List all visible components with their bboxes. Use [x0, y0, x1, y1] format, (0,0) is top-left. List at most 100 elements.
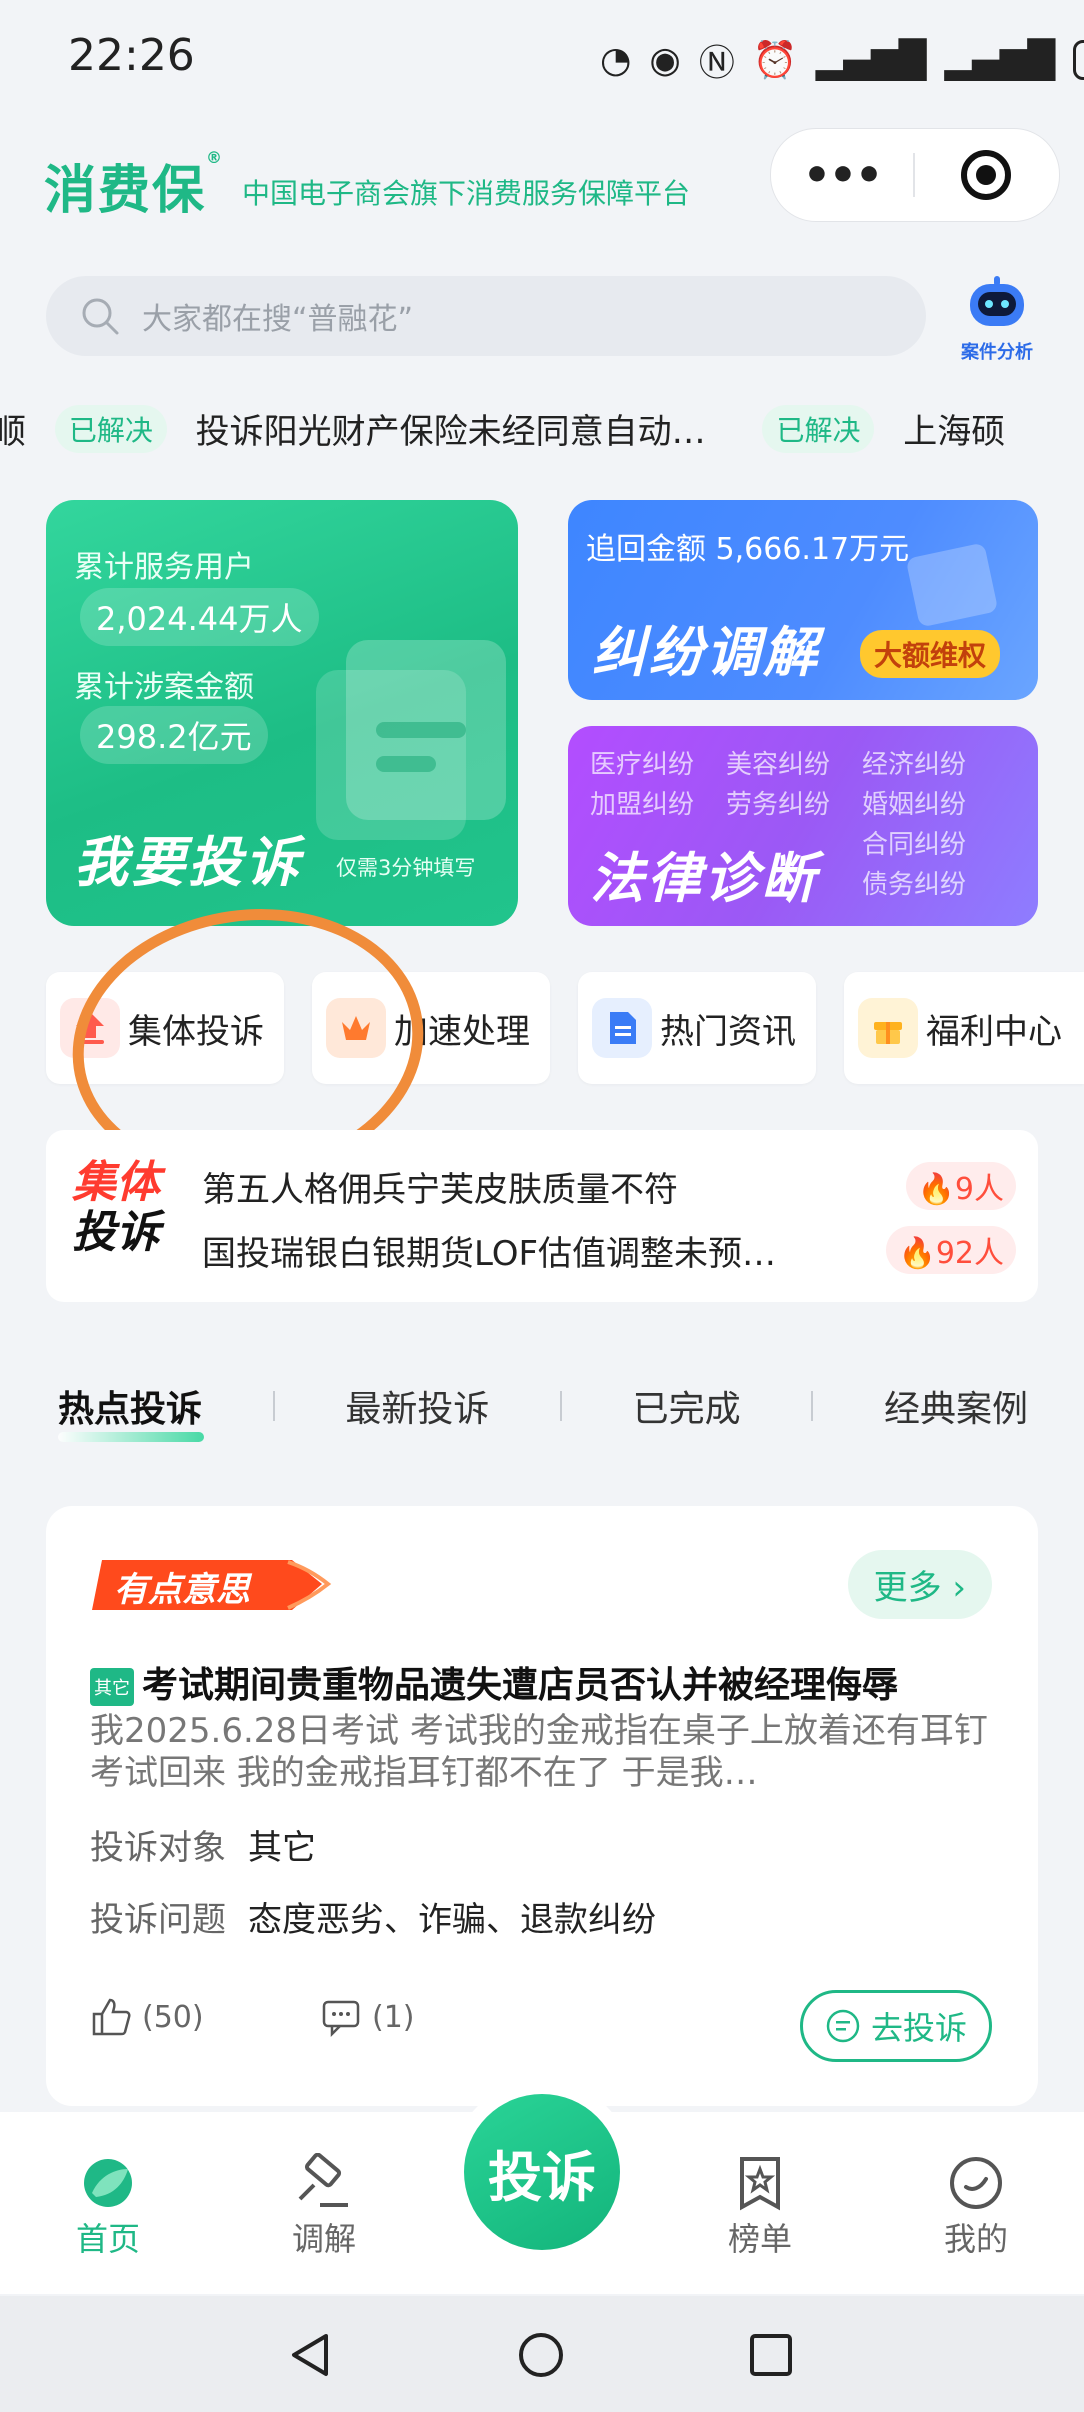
- close-mini-program-button[interactable]: [915, 147, 1057, 203]
- complaint-target: 投诉对象 其它: [90, 1828, 316, 1868]
- category-badge: 其它: [90, 1668, 134, 1706]
- complain-fab-button[interactable]: 投诉: [464, 2094, 620, 2250]
- like-count: (50): [142, 1999, 204, 2035]
- legal-tag: 加盟纠纷: [590, 790, 695, 820]
- nav-home[interactable]: 首页: [38, 2152, 178, 2260]
- comment-button[interactable]: (1): [320, 1996, 415, 2038]
- ticker-text[interactable]: 顺: [0, 404, 26, 453]
- group-complaint-item[interactable]: 第五人格佣兵宁芙皮肤质量不符: [202, 1162, 912, 1211]
- tab-latest[interactable]: 最新投诉: [345, 1380, 489, 1432]
- complaint-title[interactable]: 其它 考试期间贵重物品遗失遭店员否认并被经理侮辱: [90, 1656, 898, 1708]
- legal-tag: 婚姻纠纷: [862, 790, 967, 820]
- quick-entry-label: 热门资讯: [660, 1011, 796, 1052]
- back-icon[interactable]: [286, 2330, 336, 2380]
- profile-icon: [950, 2157, 1002, 2209]
- eye-icon: ◉: [649, 39, 681, 81]
- search-icon: [82, 298, 119, 335]
- interesting-tag: 有点意思: [92, 1554, 332, 1612]
- more-menu-button[interactable]: •••: [771, 150, 913, 201]
- legal-tag: 医疗纠纷: [590, 750, 695, 780]
- featured-complaint-card[interactable]: 有点意思 更多 › 其它 考试期间贵重物品遗失遭店员否认并被经理侮辱 我2025.…: [46, 1506, 1038, 2106]
- signal-2-icon: ▂▄▆█: [944, 39, 1056, 81]
- signal-icon: ▂▄▆█: [815, 39, 927, 81]
- tab-divider: [272, 1391, 275, 1421]
- gift-icon: [858, 998, 918, 1058]
- quick-entry-news[interactable]: 热门资讯: [578, 972, 816, 1084]
- group-complaint-item[interactable]: 国投瑞银白银期货LOF估值调整未预…: [202, 1226, 912, 1275]
- fire-icon: 🔥: [898, 1236, 936, 1271]
- solved-badge: 已解决: [762, 404, 875, 453]
- battery-indicator: 73: [1073, 40, 1084, 80]
- complaint-issue: 投诉问题 态度恶劣、诈骗、退款纠纷: [90, 1900, 656, 1940]
- complain-title: 我要投诉: [74, 831, 302, 894]
- case-analysis-label: 案件分析: [961, 342, 1033, 363]
- target-icon: [961, 150, 1011, 200]
- group-complaints-title: 集体 投诉: [72, 1157, 160, 1258]
- tab-classic[interactable]: 经典案例: [884, 1380, 1028, 1432]
- status-time: 22:26: [68, 30, 195, 81]
- quick-entry-gift[interactable]: 福利中心: [844, 972, 1084, 1084]
- like-button[interactable]: (50): [90, 1996, 204, 2038]
- status-icons: ◔ ◉ Ⓝ ⏰ ▂▄▆█ ▂▄▆█ 73: [600, 34, 1084, 86]
- clipboard-icon: [907, 544, 997, 626]
- recovered-amount: 追回金额 5,666.17万元: [586, 532, 910, 567]
- ticker-text[interactable]: 上海硕: [903, 404, 1005, 453]
- group-complaints-panel: 集体 投诉 第五人格佣兵宁芙皮肤质量不符 🔥9人 国投瑞银白银期货LOF估值调整…: [46, 1130, 1038, 1302]
- note-icon: [826, 2009, 860, 2043]
- ranking-star-icon: [740, 2157, 780, 2211]
- chevron-right-icon: ›: [952, 1568, 966, 1608]
- go-complain-button[interactable]: 去投诉: [799, 1990, 992, 2062]
- card-decoration: [376, 722, 466, 738]
- participant-count: 🔥92人: [886, 1226, 1016, 1274]
- more-button[interactable]: 更多 ›: [847, 1550, 992, 1619]
- tab-hot[interactable]: 热点投诉: [58, 1380, 205, 1442]
- mediation-tag: 大额维权: [860, 630, 1001, 678]
- news-icon: [592, 998, 652, 1058]
- home-icon[interactable]: [516, 2330, 566, 2380]
- fire-icon: 🔥: [917, 1172, 955, 1207]
- ticker-text[interactable]: 投诉阳光财产保险未经同意自动…: [196, 404, 706, 453]
- app-logo: 消费保®: [44, 148, 225, 221]
- legal-tag: 经济纠纷: [862, 750, 967, 780]
- thumbs-up-icon: [92, 1998, 131, 2036]
- search-placeholder: 大家都在搜“普融花”: [142, 302, 414, 337]
- complain-card[interactable]: 累计服务用户 2,024.44万人 累计涉案金额 298.2亿元 我要投诉 仅需…: [46, 500, 518, 926]
- card-decoration: [376, 756, 436, 772]
- complain-subtitle: 仅需3分钟填写: [336, 856, 476, 880]
- users-label: 累计服务用户: [74, 550, 254, 585]
- alarm-icon: ⏰: [752, 40, 798, 81]
- legal-tag: 美容纠纷: [726, 750, 831, 780]
- nav-ranking[interactable]: 榜单: [690, 2152, 830, 2260]
- nfc-icon: Ⓝ: [698, 43, 735, 84]
- comment-count: (1): [372, 1999, 415, 2035]
- nav-mediation[interactable]: 调解: [254, 2152, 394, 2260]
- mediation-title: 纠纷调解: [592, 621, 820, 684]
- legal-tag: 债务纠纷: [862, 870, 967, 900]
- participant-count: 🔥9人: [905, 1162, 1016, 1210]
- legal-tag: 劳务纠纷: [726, 790, 831, 820]
- nav-profile[interactable]: 我的: [906, 2152, 1046, 2260]
- resolved-ticker: 顺 已解决 投诉阳光财产保险未经同意自动… 已解决 上海硕: [0, 404, 1084, 464]
- legal-tag: 合同纠纷: [862, 830, 967, 860]
- quick-entry-label: 福利中心: [926, 1011, 1062, 1052]
- gavel-icon: [298, 2153, 348, 2207]
- mediation-card[interactable]: 追回金额 5,666.17万元 纠纷调解 大额维权: [568, 500, 1038, 700]
- app-slogan: 中国电子商会旗下消费服务保障平台: [242, 177, 691, 210]
- speed-icon: ◔: [600, 39, 632, 81]
- comment-icon: [322, 2000, 360, 2038]
- tab-completed[interactable]: 已完成: [633, 1380, 741, 1432]
- tab-divider: [811, 1391, 814, 1421]
- recents-icon[interactable]: [746, 2330, 796, 2380]
- case-analysis-button[interactable]: 案件分析: [952, 276, 1042, 363]
- home-leaf-icon: [84, 2159, 132, 2207]
- search-bar[interactable]: 大家都在搜“普融花”: [46, 276, 926, 356]
- complaint-body[interactable]: 我2025.6.28日考试 考试我的金戒指在桌子上放着还有耳钉考试回来 我的金戒…: [90, 1710, 1010, 1794]
- amount-label: 累计涉案金额: [74, 670, 254, 705]
- legal-diagnosis-card[interactable]: 医疗纠纷 美容纠纷 经济纠纷 加盟纠纷 劳务纠纷 婚姻纠纷 合同纠纷 债务纠纷 …: [568, 726, 1038, 926]
- solved-badge: 已解决: [54, 404, 167, 453]
- system-navigation-bar: [0, 2296, 1084, 2412]
- complaint-tabs: 热点投诉 最新投诉 已完成 经典案例: [46, 1366, 1038, 1446]
- users-value: 2,024.44万人: [80, 588, 319, 646]
- amount-value: 298.2亿元: [80, 706, 268, 764]
- legal-title: 法律诊断: [590, 847, 818, 910]
